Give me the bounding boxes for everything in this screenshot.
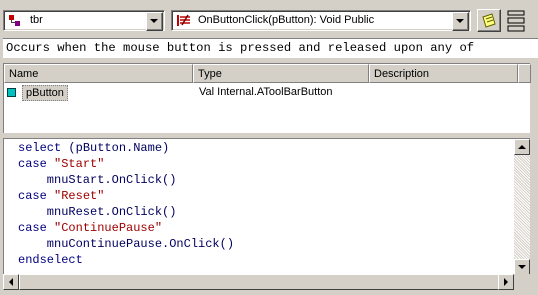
parameter-type: Val Internal.AToolBarButton [199,86,333,98]
scroll-left-button[interactable] [3,274,19,290]
vertical-scrollbar[interactable] [514,139,530,275]
event-method-icon [177,14,190,26]
object-combo-dropdown-button[interactable] [146,12,163,31]
parameter-name[interactable]: pButton [22,85,68,101]
table-row[interactable]: pButton Val Internal.AToolBarButton [6,85,526,101]
column-header-type[interactable]: Type [193,64,369,83]
event-description: Occurs when the mouse button is pressed … [3,38,538,58]
scrollbar-corner [514,274,530,290]
object-combo-value: tbr [30,14,43,26]
method-combo-dropdown-button[interactable] [452,12,469,31]
code-line: select (pButton.Name) [18,141,170,155]
column-header-description[interactable]: Description [369,64,518,83]
column-header-name[interactable]: Name [4,64,193,83]
toolbar-object-icon [9,15,20,26]
scroll-down-button[interactable] [514,259,530,275]
panel-layout-icon [507,10,525,32]
panel-layout-button[interactable] [506,9,528,33]
notes-icon [482,13,496,28]
column-header-filler [518,64,531,83]
scroll-right-button[interactable] [498,274,514,290]
code-line: case "ContinuePause" [18,221,163,235]
code-line: case "Start" [18,157,105,171]
object-combo[interactable]: tbr [3,10,165,31]
code-line: case "Reset" [18,189,105,203]
scroll-up-button[interactable] [514,139,530,155]
code-line: endselect [18,253,83,267]
method-combo[interactable]: OnButtonClick(pButton): Void Public [171,10,471,31]
parameter-icon [7,88,16,97]
method-combo-value: OnButtonClick(pButton): Void Public [198,14,375,26]
code-line: mnuReset.OnClick() [18,205,177,219]
parameters-grid: Name Type Description pButton Val Intern… [3,63,531,133]
code-line: mnuContinuePause.OnClick() [18,237,235,251]
code-line: mnuStart.OnClick() [18,173,177,187]
notes-button[interactable] [477,9,501,32]
code-editor[interactable]: select (pButton.Name) case "Start" mnuSt… [3,138,530,275]
horizontal-scroll-thumb[interactable] [19,274,513,290]
